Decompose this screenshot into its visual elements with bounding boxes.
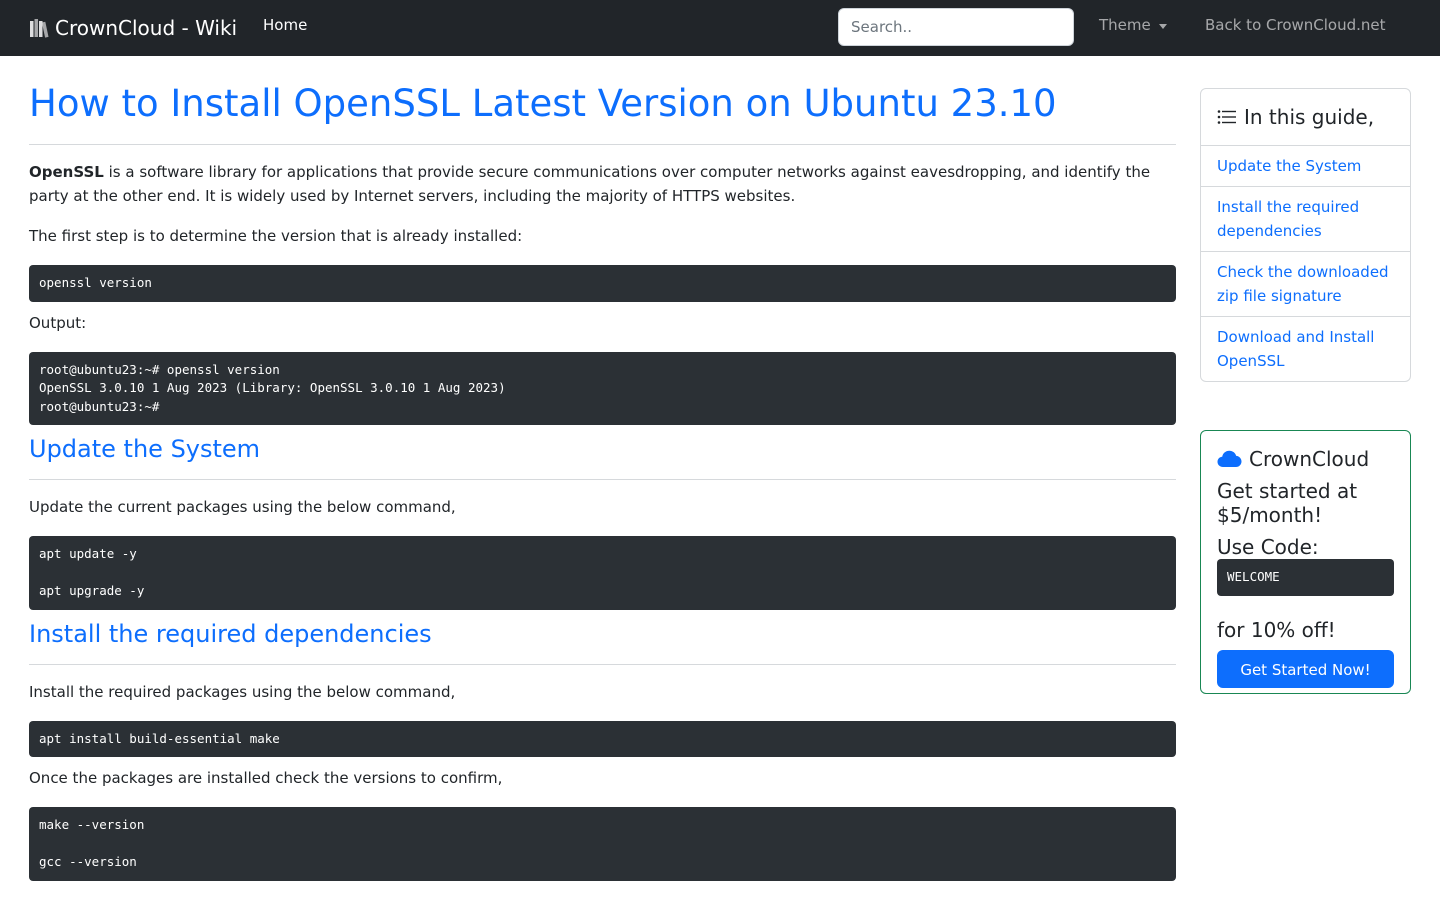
toc-header: In this guide, — [1201, 89, 1410, 146]
toc-title: In this guide, — [1244, 105, 1375, 129]
page-title: How to Install OpenSSL Latest Version on… — [29, 80, 1176, 145]
intro-paragraph: OpenSSL is a software library for applic… — [29, 160, 1176, 208]
section-heading-dependencies: Install the required dependencies — [29, 618, 1176, 665]
article-content: How to Install OpenSSL Latest Version on… — [29, 80, 1176, 881]
toc-item-install-dependencies[interactable]: Install the required dependencies — [1201, 187, 1410, 252]
top-navbar: CrownCloud - Wiki Home Theme Back to Cro… — [0, 0, 1440, 56]
confirm-paragraph: Once the packages are installed check th… — [29, 769, 503, 787]
step1-paragraph: The first step is to determine the versi… — [29, 227, 523, 245]
section2-paragraph: Install the required packages using the … — [29, 682, 456, 701]
list-icon — [1217, 110, 1236, 124]
code-block: apt update -y apt upgrade -y — [29, 536, 1176, 610]
code-block: make --version gcc --version — [29, 807, 1176, 881]
promo-brand: CrownCloud — [1249, 447, 1370, 471]
caret-down-icon — [1158, 23, 1167, 29]
section-heading-update: Update the System — [29, 433, 1176, 480]
theme-dropdown-label: Theme — [1099, 16, 1151, 34]
section1-paragraph: Update the current packages using the be… — [29, 498, 456, 516]
promo-card: CrownCloud Get started at $5/month! Use … — [1200, 430, 1411, 694]
search-input[interactable] — [838, 8, 1074, 46]
brand-text: CrownCloud - Wiki — [55, 16, 238, 40]
back-to-crowncloud-link[interactable]: Back to CrownCloud.net — [1205, 16, 1386, 34]
books-icon — [30, 19, 49, 38]
toc-item-check-signature[interactable]: Check the downloaded zip file signature — [1201, 252, 1410, 317]
promo-code-box: WELCOME — [1217, 559, 1394, 596]
toc-card: In this guide, Update the System Install… — [1200, 88, 1411, 382]
nav-home-link[interactable]: Home — [263, 16, 307, 34]
promo-price-text: Get started at $5/month! — [1217, 479, 1358, 527]
promo-header: CrownCloud — [1217, 445, 1394, 473]
code-block: root@ubuntu23:~# openssl version OpenSSL… — [29, 351, 1176, 425]
toc-item-update-system[interactable]: Update the System — [1201, 146, 1410, 187]
code-block: apt install build-essential make — [29, 720, 1176, 757]
toc-item-download-install[interactable]: Download and Install OpenSSL — [1201, 317, 1410, 381]
promo-discount-text: for 10% off! — [1217, 618, 1336, 642]
brand-link[interactable]: CrownCloud - Wiki — [29, 14, 237, 42]
intro-bold-term: OpenSSL — [29, 163, 104, 181]
promo-code-label: Use Code: — [1217, 535, 1319, 559]
intro-text: is a software library for applications t… — [29, 163, 1151, 205]
theme-dropdown[interactable]: Theme — [1099, 16, 1167, 34]
cloud-icon — [1217, 450, 1242, 467]
code-block: openssl version — [29, 265, 1176, 302]
get-started-button[interactable]: Get Started Now! — [1217, 650, 1394, 688]
output-label: Output: — [29, 313, 87, 332]
